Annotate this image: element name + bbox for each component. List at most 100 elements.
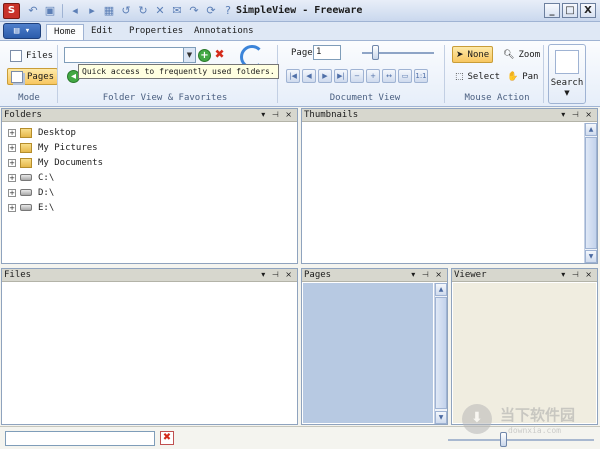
folder-icon [20, 127, 32, 138]
delete-icon[interactable]: ✕ [153, 4, 167, 18]
grid-icon[interactable]: ▦ [102, 4, 116, 18]
files-mode-button[interactable]: Files [7, 47, 56, 64]
back-icon[interactable]: ◂ [68, 4, 82, 18]
pages-pane-header: Pages ▾ ⊣ × [302, 269, 447, 282]
mouse-zoom-label: Zoom [518, 49, 541, 60]
folder-tree: + Desktop + My Pictures + My Documents +… [8, 125, 103, 215]
help-icon[interactable]: ? [221, 4, 235, 18]
app-icon[interactable]: S [3, 3, 20, 19]
pane-options-icon[interactable]: ▾ ⊣ × [261, 109, 294, 121]
last-page-icon[interactable]: ▶| [334, 69, 348, 83]
tab-edit[interactable]: Edit [84, 24, 120, 40]
folder-icon [20, 157, 32, 168]
search-button[interactable]: Search ▼ [548, 44, 586, 104]
pages-scrollbar[interactable]: ▲ ▼ [434, 283, 447, 424]
prev-page-icon[interactable]: ◀ [302, 69, 316, 83]
scroll-thumb[interactable] [585, 137, 597, 249]
add-favorite-icon[interactable]: + [198, 49, 211, 62]
pages-pane-title: Pages [304, 270, 332, 280]
rotate-right-icon[interactable]: ↻ [136, 4, 150, 18]
window-controls: _ □ X [544, 3, 596, 18]
scroll-thumb[interactable] [435, 297, 447, 409]
minimize-button[interactable]: _ [544, 3, 560, 18]
refresh-icon[interactable]: ⟳ [204, 4, 218, 18]
thumbnails-pane-title: Thumbnails [304, 110, 359, 120]
scroll-up-icon[interactable]: ▲ [435, 283, 447, 296]
tree-item-desktop[interactable]: + Desktop [8, 125, 103, 140]
application-menu-button[interactable]: ▤ ▾ [3, 23, 41, 39]
drive-icon [20, 204, 32, 211]
save-icon[interactable]: ▣ [43, 4, 57, 18]
document-nav-toolbar: |◀ ◀ ▶ ▶| − + ↔ ▭ 1:1 [286, 69, 428, 83]
select-rectangle-icon: ⬚ [455, 71, 464, 82]
forward-icon[interactable]: ▸ [85, 4, 99, 18]
mouse-select-label: Select [467, 71, 501, 82]
mode-group-label: Mode [18, 93, 40, 103]
expand-icon[interactable]: + [8, 143, 16, 152]
mouse-none-button[interactable]: ➤ None [452, 46, 494, 63]
watermark-logo: ⬇ 当下软件园 downxia.com [462, 402, 596, 442]
remove-favorite-icon[interactable]: ✖ [213, 48, 226, 61]
tree-item-c-drive[interactable]: + C:\ [8, 170, 103, 185]
maximize-button[interactable]: □ [562, 3, 578, 18]
expand-icon[interactable]: + [8, 128, 16, 137]
expand-icon[interactable]: + [8, 173, 16, 182]
mouse-action-group-label: Mouse Action [464, 93, 530, 103]
zoom-in-icon[interactable]: + [366, 69, 380, 83]
pane-options-icon[interactable]: ▾ ⊣ × [561, 109, 594, 121]
clear-filter-icon[interactable]: ✖ [160, 431, 174, 445]
magnifier-icon: 🔍︎ [503, 49, 515, 60]
rotate-left-icon[interactable]: ↺ [119, 4, 133, 18]
filter-input[interactable] [5, 431, 155, 446]
first-page-icon[interactable]: |◀ [286, 69, 300, 83]
mouse-pan-button[interactable]: ✋ Pan [504, 68, 541, 85]
mouse-select-button[interactable]: ⬚ Select [452, 68, 503, 85]
expand-icon[interactable]: + [8, 158, 16, 167]
page-number-input[interactable]: 1 [313, 45, 341, 60]
group-separator [57, 45, 58, 103]
tree-item-label: My Documents [38, 157, 104, 168]
actual-size-icon[interactable]: 1:1 [414, 69, 428, 83]
expand-icon[interactable]: + [8, 203, 16, 212]
window-title: SimpleView - Freeware [236, 5, 363, 16]
favorites-combo[interactable]: ▼ [64, 47, 196, 63]
fit-width-icon[interactable]: ↔ [382, 69, 396, 83]
expand-icon[interactable]: + [8, 188, 16, 197]
tab-annotations[interactable]: Annotations [187, 24, 261, 40]
chevron-down-icon[interactable]: ▼ [183, 48, 195, 62]
tree-item-e-drive[interactable]: + E:\ [8, 200, 103, 215]
redo-icon[interactable]: ↷ [187, 4, 201, 18]
pane-options-icon[interactable]: ▾ ⊣ × [261, 269, 294, 281]
pages-mode-button[interactable]: Pages [7, 68, 59, 85]
thumbnails-scrollbar[interactable]: ▲ ▼ [584, 123, 597, 263]
tab-home[interactable]: Home [46, 24, 84, 40]
files-icon [10, 49, 22, 62]
pane-options-icon[interactable]: ▾ ⊣ × [561, 269, 594, 281]
pane-options-icon[interactable]: ▾ ⊣ × [411, 269, 444, 281]
scroll-down-icon[interactable]: ▼ [585, 250, 597, 263]
cursor-arrow-icon: ➤ [456, 49, 464, 60]
next-page-icon[interactable]: ▶ [318, 69, 332, 83]
tab-properties[interactable]: Properties [122, 24, 190, 40]
close-button[interactable]: X [580, 3, 596, 18]
mouse-none-label: None [467, 49, 490, 60]
tree-item-my-documents[interactable]: + My Documents [8, 155, 103, 170]
files-label: Files [26, 50, 54, 61]
pages-list[interactable] [303, 283, 433, 423]
scroll-down-icon[interactable]: ▼ [435, 411, 447, 424]
folders-pane-header: Folders ▾ ⊣ × [2, 109, 297, 122]
tree-item-d-drive[interactable]: + D:\ [8, 185, 103, 200]
mouse-zoom-button[interactable]: 🔍︎ Zoom [500, 46, 543, 63]
undo-icon[interactable]: ↶ [26, 4, 40, 18]
scroll-up-icon[interactable]: ▲ [585, 123, 597, 136]
folder-view-group-label: Folder View & Favorites [102, 93, 228, 103]
group-separator [543, 45, 544, 103]
email-icon[interactable]: ✉ [170, 4, 184, 18]
search-label: Search [550, 78, 584, 88]
zoom-out-icon[interactable]: − [350, 69, 364, 83]
pages-pane: Pages ▾ ⊣ × ▲ ▼ [301, 268, 448, 425]
tree-item-my-pictures[interactable]: + My Pictures [8, 140, 103, 155]
page-slider-thumb[interactable] [372, 45, 379, 60]
ribbon-tab-strip: ▤ ▾ Home Edit Properties Annotations [0, 22, 600, 40]
fit-page-icon[interactable]: ▭ [398, 69, 412, 83]
